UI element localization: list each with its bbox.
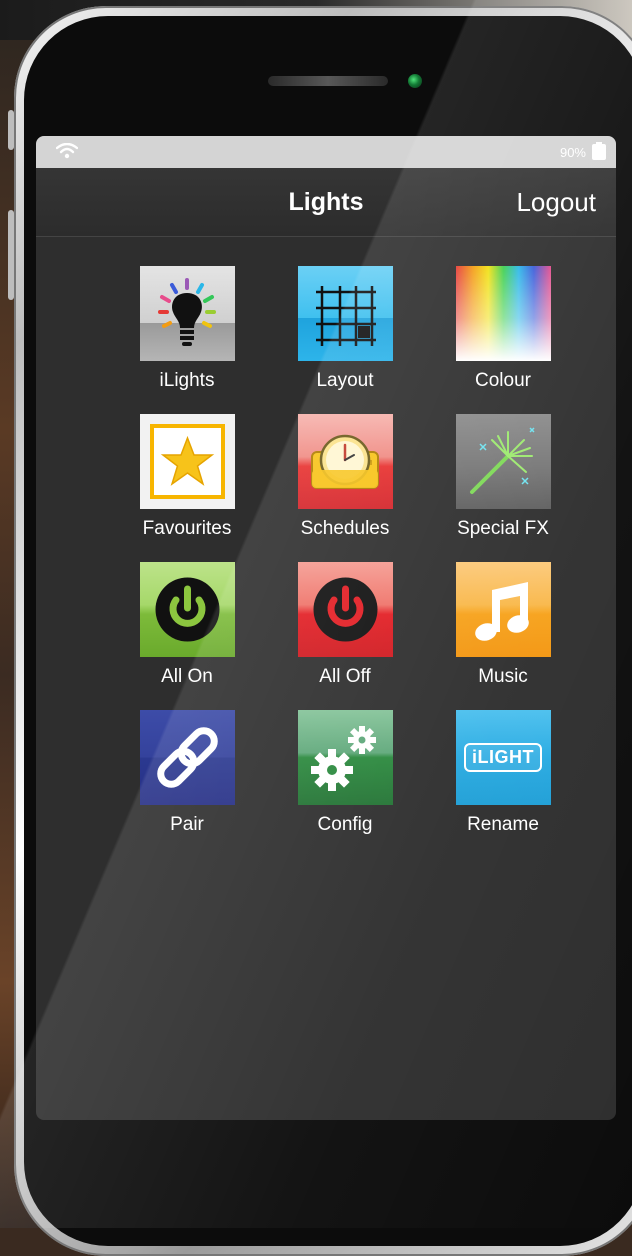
power-off-icon [297, 562, 393, 657]
star-icon [139, 414, 235, 509]
tile-label: Config [317, 814, 373, 835]
link-icon [139, 710, 235, 805]
tile-label: Favourites [142, 518, 232, 539]
tile-pair[interactable]: Pair [108, 710, 266, 836]
front-camera [408, 74, 422, 88]
tile-all-on[interactable]: All On [108, 562, 266, 688]
tile-special-fx[interactable]: Special FX [424, 414, 582, 540]
status-bar: 90% [36, 136, 616, 168]
tile-label: Pair [170, 814, 204, 835]
status-right: 90% [559, 142, 606, 160]
colour-spectrum-icon [455, 266, 551, 361]
tile-label: Schedules [300, 518, 390, 539]
clock-icon [297, 414, 393, 509]
side-button [8, 110, 14, 150]
side-button [8, 210, 14, 300]
logout-button[interactable]: Logout [516, 168, 596, 236]
tile-label: Layout [316, 370, 374, 391]
lightbulb-icon [139, 266, 235, 361]
app-screen: 90% Lights Logout iLights Layout Colour … [36, 136, 616, 1120]
ilight-logo-badge: iLIGHT [464, 743, 542, 772]
power-on-icon [139, 562, 235, 657]
wifi-icon [55, 142, 79, 162]
music-note-icon [455, 562, 551, 657]
tile-label: All Off [319, 666, 371, 687]
app-grid: iLights Layout Colour Favourites Schedul… [108, 266, 568, 836]
tile-layout[interactable]: Layout [266, 266, 424, 392]
tile-all-off[interactable]: All Off [266, 562, 424, 688]
ilight-logo-text: iLIGHT [472, 747, 534, 767]
ilight-logo-icon: iLIGHT [455, 710, 551, 805]
tile-config[interactable]: Config [266, 710, 424, 836]
tile-label: Rename [467, 814, 539, 835]
tile-label: Colour [475, 370, 531, 391]
tile-rename[interactable]: iLIGHT Rename [424, 710, 582, 836]
tile-label: iLights [159, 370, 215, 391]
tile-favourites[interactable]: Favourites [108, 414, 266, 540]
battery-percent: 90% [559, 144, 586, 160]
tile-colour[interactable]: Colour [424, 266, 582, 392]
tile-ilights[interactable]: iLights [108, 266, 266, 392]
tile-schedules[interactable]: Schedules [266, 414, 424, 540]
tile-label: Special FX [457, 518, 549, 539]
grid-layout-icon [297, 266, 393, 361]
navigation-bar: Lights Logout [36, 168, 616, 237]
tile-music[interactable]: Music [424, 562, 582, 688]
tile-label: Music [478, 666, 528, 687]
gears-icon [297, 710, 393, 805]
tile-label: All On [161, 666, 213, 687]
sparkle-wand-icon [455, 414, 551, 509]
battery-icon [592, 142, 606, 160]
earpiece-speaker [268, 76, 388, 86]
